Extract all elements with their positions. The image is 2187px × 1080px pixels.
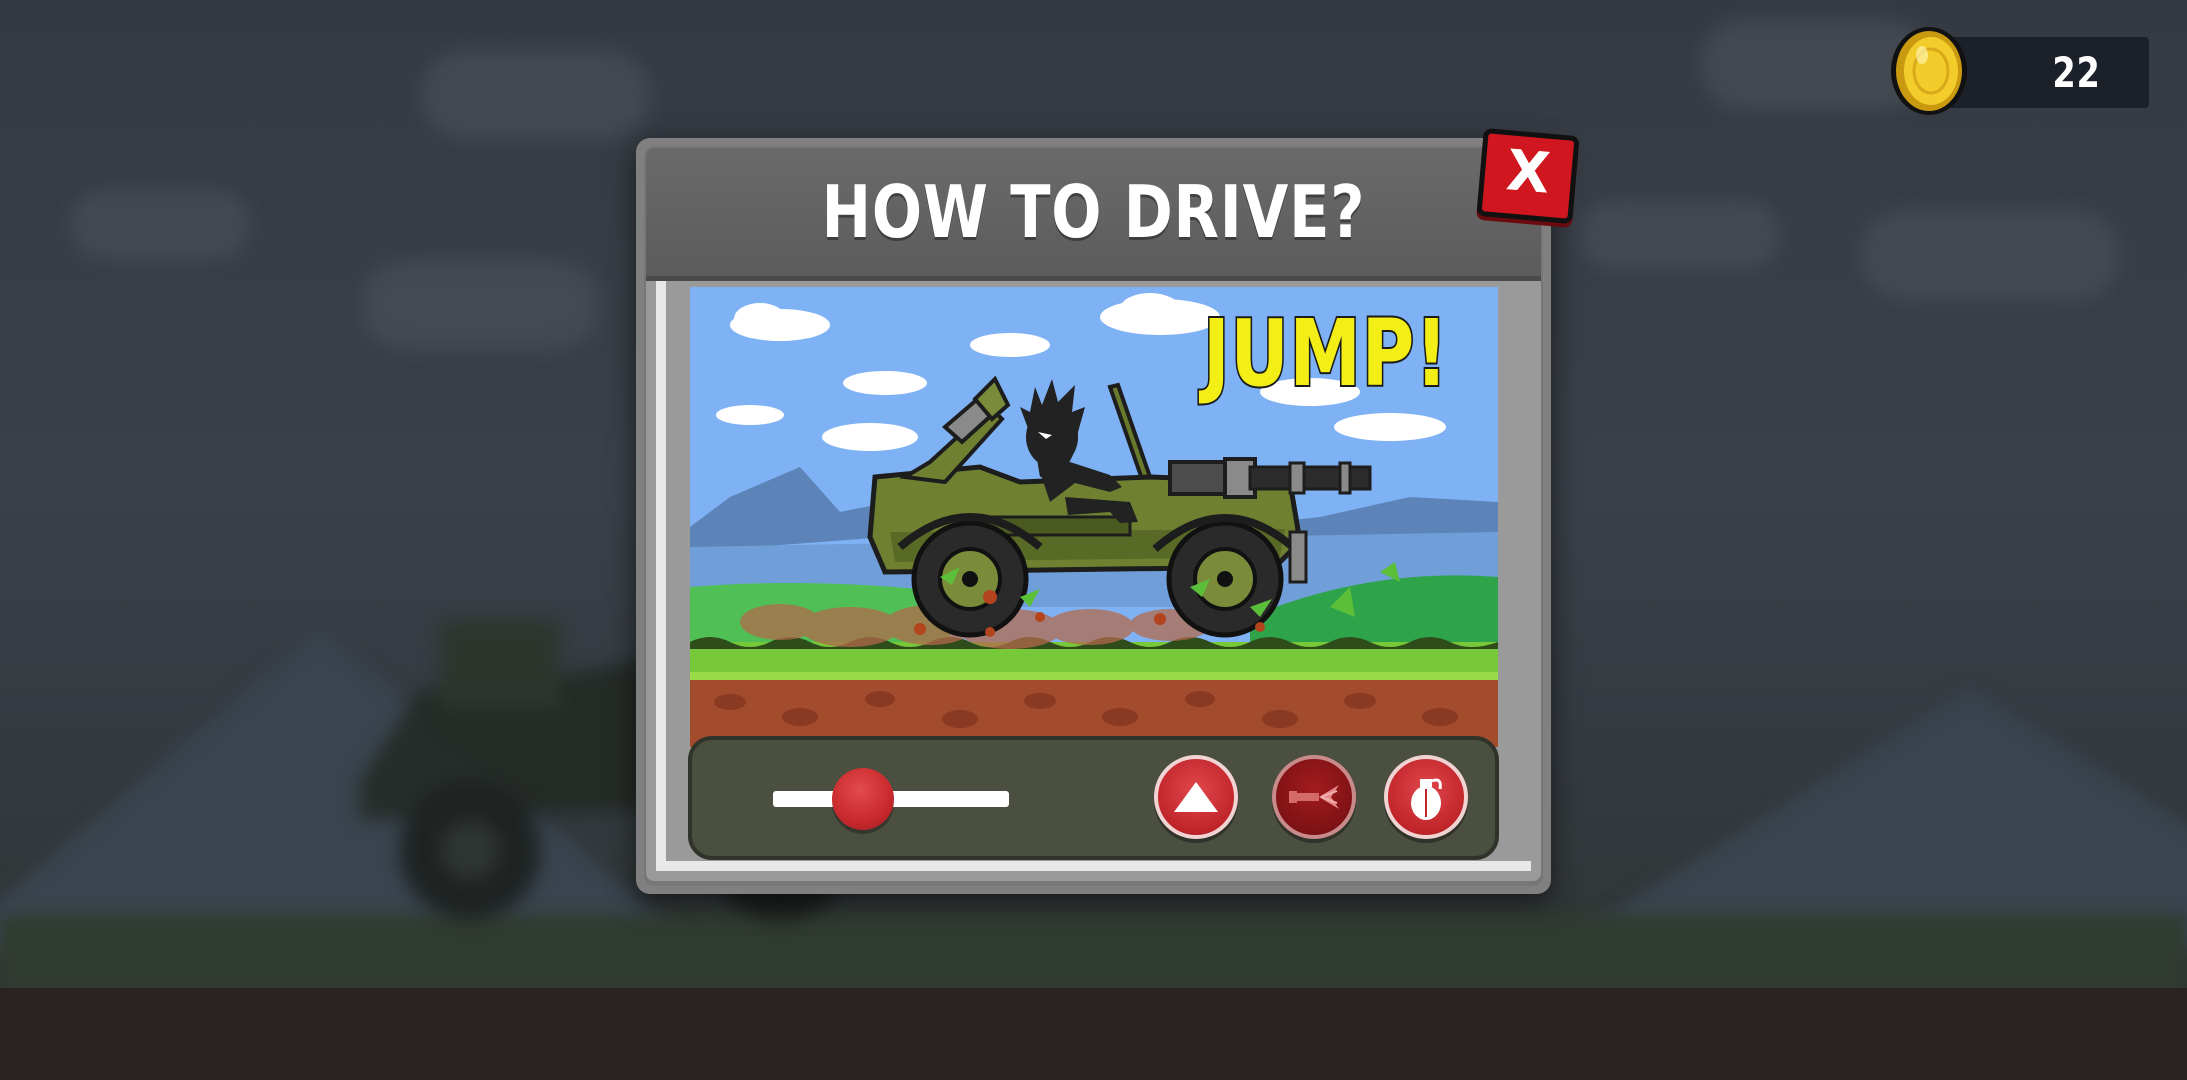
coin-icon (1891, 27, 1967, 115)
fire-button[interactable] (1272, 755, 1356, 839)
background-cloud (1580, 200, 1780, 270)
coin-count: 22 (2052, 48, 2101, 97)
background-dirt (0, 988, 2187, 1080)
background-cloud (70, 190, 250, 260)
throttle-slider-knob[interactable] (831, 768, 894, 830)
dialog-title: HOW TO DRIVE? (821, 170, 1366, 254)
background-grass (0, 915, 2187, 990)
gun-icon (1289, 785, 1339, 809)
grenade-button[interactable] (1384, 755, 1468, 839)
dialog-body-edge (656, 861, 1531, 871)
close-button[interactable]: X (1476, 127, 1580, 225)
arrow-up-icon (1174, 782, 1218, 812)
dialog-header: HOW TO DRIVE? (646, 148, 1541, 281)
jump-button[interactable] (1154, 755, 1238, 839)
dialog-body-edge (656, 281, 666, 871)
grenade-icon (1411, 778, 1442, 820)
background-mountain (1550, 690, 2187, 950)
background-cloud (420, 50, 650, 140)
jump-label: JUMP! (1201, 298, 1449, 409)
close-icon: X (1503, 138, 1553, 207)
background-cloud (1860, 210, 2120, 300)
background-cloud (360, 260, 600, 350)
